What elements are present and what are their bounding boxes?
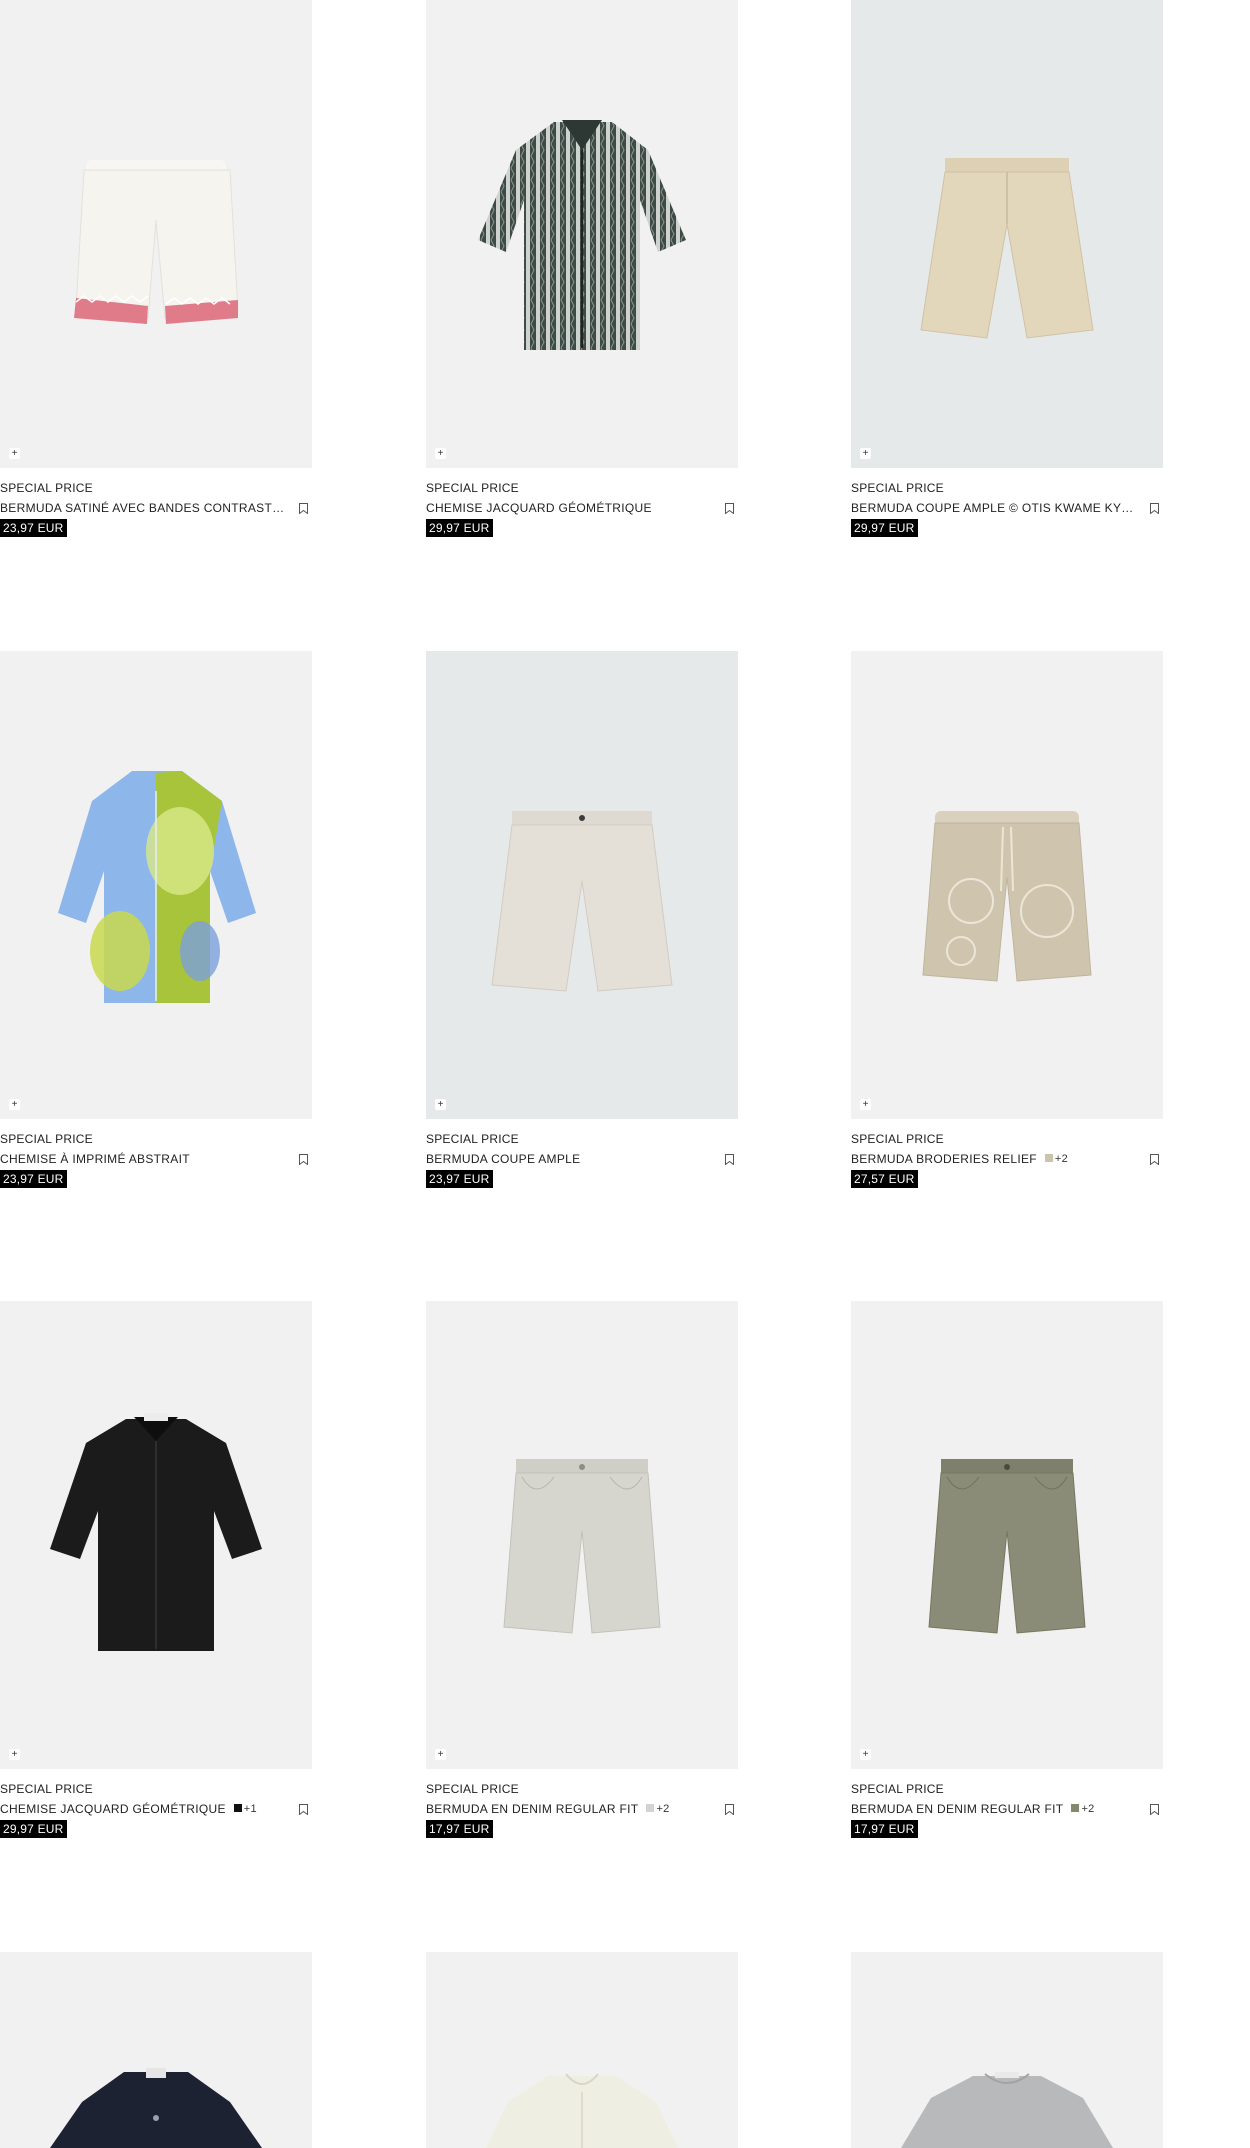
more-colors-count: +2 xyxy=(656,1803,670,1815)
color-swatches[interactable]: +2 xyxy=(646,1800,669,1818)
product-card[interactable]: + SPECIAL PRICE CHEMISE À IMPRIMÉ ABSTRA… xyxy=(0,651,312,1188)
product-image[interactable]: + xyxy=(851,651,1163,1119)
bookmark-icon[interactable] xyxy=(725,1154,734,1165)
product-title[interactable]: BERMUDA SATINÉ AVEC BANDES CONTRASTÉES xyxy=(0,499,288,517)
product-price: 17,97 EUR xyxy=(851,1820,918,1838)
product-title[interactable]: CHEMISE À IMPRIMÉ ABSTRAIT xyxy=(0,1150,190,1168)
special-price-tag: SPECIAL PRICE xyxy=(426,1782,519,1796)
product-title[interactable]: BERMUDA COUPE AMPLE © OTIS KWAME KYE QUA… xyxy=(851,499,1139,517)
bookmark-icon[interactable] xyxy=(299,503,308,514)
product-image[interactable]: + xyxy=(426,651,738,1119)
cream-shirt-image xyxy=(486,2073,678,2148)
color-swatches[interactable]: +2 xyxy=(1071,1800,1094,1818)
color-swatch[interactable] xyxy=(1044,1154,1053,1162)
quick-add-button[interactable]: + xyxy=(860,1749,871,1760)
khaki-denim-bermuda-image xyxy=(928,1459,1086,1634)
special-price-tag: SPECIAL PRICE xyxy=(0,1782,93,1796)
product-price: 29,97 EUR xyxy=(426,519,493,537)
product-image[interactable]: + xyxy=(0,1301,312,1769)
product-title[interactable]: BERMUDA BRODERIES RELIEF xyxy=(851,1150,1037,1168)
quick-add-button[interactable]: + xyxy=(435,448,446,459)
quick-add-button[interactable]: + xyxy=(9,448,20,459)
black-shirt-image xyxy=(50,1413,262,1651)
color-swatch[interactable] xyxy=(1071,1804,1080,1812)
bookmark-icon[interactable] xyxy=(725,1804,734,1815)
product-image[interactable]: + xyxy=(0,0,312,468)
product-card[interactable]: + SPECIAL PRICE BERMUDA COUPE AMPLE © OT… xyxy=(851,0,1163,537)
quick-add-button[interactable]: + xyxy=(860,448,871,459)
product-price: 23,97 EUR xyxy=(0,519,67,537)
ecru-bermuda-image xyxy=(491,811,673,992)
quick-add-button[interactable]: + xyxy=(435,1099,446,1110)
bookmark-icon[interactable] xyxy=(725,503,734,514)
special-price-tag: SPECIAL PRICE xyxy=(0,481,93,495)
product-price: 17,97 EUR xyxy=(426,1820,493,1838)
special-price-tag: SPECIAL PRICE xyxy=(426,1132,519,1146)
product-card[interactable]: + SPECIAL PRICE BERMUDA BRODERIES RELIEF… xyxy=(851,651,1163,1188)
product-card[interactable]: + SPECIAL PRICE BERMUDA EN DENIM REGULAR… xyxy=(426,1301,738,1838)
grey-tshirt-image xyxy=(901,2072,1113,2148)
color-swatch[interactable] xyxy=(233,1804,242,1812)
product-image[interactable]: + xyxy=(426,0,738,468)
product-image[interactable]: + xyxy=(0,651,312,1119)
product-card[interactable]: + SPECIAL PRICE CHEMISE JACQUARD GÉOMÉTR… xyxy=(426,0,738,537)
bookmark-icon[interactable] xyxy=(299,1154,308,1165)
more-colors-count: +2 xyxy=(1054,1153,1069,1165)
product-card[interactable]: + SPECIAL PRICE BERMUDA SATINÉ AVEC BAND… xyxy=(0,0,312,537)
quick-add-button[interactable]: + xyxy=(860,1099,871,1110)
bookmark-icon[interactable] xyxy=(1150,1804,1159,1815)
color-swatch[interactable] xyxy=(646,1804,655,1812)
special-price-tag: SPECIAL PRICE xyxy=(851,481,944,495)
product-card[interactable] xyxy=(851,1952,1163,2148)
product-image[interactable]: + xyxy=(426,1301,738,1769)
color-swatches[interactable]: +2 xyxy=(1044,1150,1069,1168)
beige-bermuda-image xyxy=(920,158,1094,339)
special-price-tag: SPECIAL PRICE xyxy=(851,1782,944,1796)
quick-add-button[interactable]: + xyxy=(9,1099,20,1110)
product-title[interactable]: BERMUDA COUPE AMPLE xyxy=(426,1150,580,1168)
abstract-shirt-image xyxy=(58,771,256,1003)
product-card[interactable] xyxy=(426,1952,738,2148)
jacquard-shirt-image xyxy=(478,120,686,350)
embroidered-bermuda-image xyxy=(922,811,1092,982)
navy-shirt-image xyxy=(50,2068,262,2148)
product-title[interactable]: BERMUDA EN DENIM REGULAR FIT xyxy=(426,1800,638,1818)
product-title[interactable]: CHEMISE JACQUARD GÉOMÉTRIQUE xyxy=(426,499,652,517)
product-price: 29,97 EUR xyxy=(851,519,918,537)
product-title[interactable]: CHEMISE JACQUARD GÉOMÉTRIQUE xyxy=(0,1800,226,1818)
product-image[interactable] xyxy=(0,1952,312,2148)
quick-add-button[interactable]: + xyxy=(9,1749,20,1760)
product-card[interactable] xyxy=(0,1952,312,2148)
product-title[interactable]: BERMUDA EN DENIM REGULAR FIT xyxy=(851,1800,1063,1818)
product-image[interactable]: + xyxy=(851,1301,1163,1769)
color-swatches[interactable]: +1 xyxy=(233,1800,257,1818)
bookmark-icon[interactable] xyxy=(1150,503,1159,514)
special-price-tag: SPECIAL PRICE xyxy=(851,1132,944,1146)
special-price-tag: SPECIAL PRICE xyxy=(426,481,519,495)
bookmark-icon[interactable] xyxy=(299,1804,308,1815)
product-image[interactable] xyxy=(851,1952,1163,2148)
bookmark-icon[interactable] xyxy=(1150,1154,1159,1165)
more-colors-count: +1 xyxy=(243,1803,257,1815)
product-price: 29,97 EUR xyxy=(0,1820,67,1838)
product-image[interactable] xyxy=(426,1952,738,2148)
light-denim-bermuda-image xyxy=(503,1459,661,1634)
product-price: 23,97 EUR xyxy=(426,1170,493,1188)
product-price: 27,57 EUR xyxy=(851,1170,918,1188)
product-card[interactable]: + SPECIAL PRICE CHEMISE JACQUARD GÉOMÉTR… xyxy=(0,1301,312,1838)
special-price-tag: SPECIAL PRICE xyxy=(0,1132,93,1146)
quick-add-button[interactable]: + xyxy=(435,1749,446,1760)
product-card[interactable]: + SPECIAL PRICE BERMUDA EN DENIM REGULAR… xyxy=(851,1301,1163,1838)
product-card[interactable]: + SPECIAL PRICE BERMUDA COUPE AMPLE 23,9… xyxy=(426,651,738,1188)
product-price: 23,97 EUR xyxy=(0,1170,67,1188)
bermuda-satin-image xyxy=(74,160,239,324)
more-colors-count: +2 xyxy=(1081,1803,1095,1815)
product-image[interactable]: + xyxy=(851,0,1163,468)
